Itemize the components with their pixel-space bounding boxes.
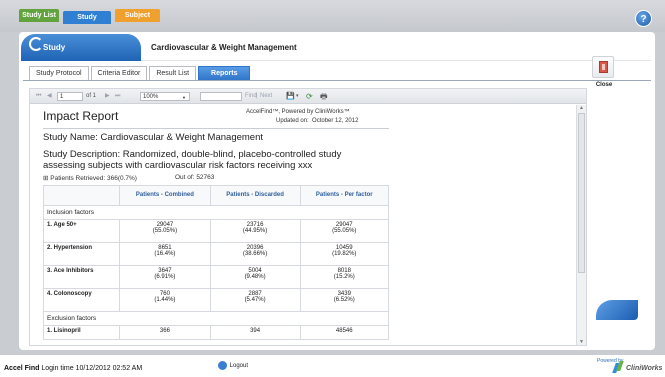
tab-study-protocol[interactable]: Study Protocol bbox=[29, 66, 89, 80]
report-divider bbox=[43, 128, 389, 129]
inclusion-factors-label: Inclusion factors bbox=[43, 205, 389, 220]
table-row: 3. Ace Inhibitors 3647 (6.91%) 5004 (9.48%… bbox=[42, 265, 390, 289]
vendor-name: CliniWorks bbox=[626, 365, 663, 372]
row-label: 1. Age 50+ bbox=[42, 219, 121, 243]
patients-retrieved-toggle[interactable]: ⊞ Patients Retrieved: 366(0.7%) bbox=[43, 174, 137, 182]
app-name: Accel Find bbox=[4, 365, 40, 372]
corner-decoration bbox=[596, 300, 638, 320]
page-input[interactable]: 1 bbox=[57, 92, 83, 101]
table-header bbox=[42, 185, 121, 206]
table-row: 1. Age 50+ 29047 (55.05%) 23716 (44.95%) 2… bbox=[42, 219, 390, 243]
save-icon[interactable]: 💾 bbox=[286, 92, 295, 101]
report-updated-date: October 12, 2012 bbox=[312, 118, 359, 124]
study-panel-tab: Study bbox=[21, 34, 141, 61]
close-button[interactable] bbox=[592, 56, 614, 78]
inclusion-section-row: Inclusion factors bbox=[43, 205, 389, 220]
report-powered-by: AccelFind™, Powered by CliniWorks™ bbox=[246, 109, 350, 115]
cliniworks-logo-icon bbox=[612, 361, 624, 373]
cell-discarded: 20396 (38.66%) bbox=[209, 242, 301, 266]
exclusion-section-row: Exclusion factors bbox=[43, 311, 389, 326]
logout-label: Logout bbox=[229, 363, 249, 370]
table-header: Patients - Discarded bbox=[209, 185, 301, 206]
sub-tabs-divider bbox=[23, 80, 651, 81]
table-header: Patients - Per factor bbox=[299, 185, 390, 206]
row-label: 4. Colonoscopy bbox=[42, 288, 121, 312]
report-updated-label: Updated on: bbox=[276, 118, 309, 124]
cell-per-factor: 8018 (15.2%) bbox=[299, 265, 390, 289]
cell-combined: 29047 (55.05%) bbox=[119, 219, 211, 243]
last-page-icon[interactable]: ⏭ bbox=[115, 92, 120, 101]
cell-per-factor: 3439 (6.52%) bbox=[299, 288, 390, 312]
find-link[interactable]: Find bbox=[245, 92, 257, 101]
tab-study-list[interactable]: Study List bbox=[19, 9, 59, 22]
refresh-icon[interactable]: ⟳ bbox=[306, 92, 313, 101]
top-bar: Study List Study Subject ? bbox=[0, 0, 665, 32]
table-header: Patients - Combined bbox=[119, 185, 211, 206]
close-label: Close bbox=[595, 82, 613, 88]
table-row: 4. Colonoscopy 760 (1.44%) 2887 (5.47%) 34… bbox=[42, 288, 390, 312]
report-study-name: Study Name: Cardiovascular & Weight Mana… bbox=[43, 132, 264, 143]
logout-icon bbox=[218, 361, 227, 370]
zoom-select[interactable]: 100% ▼ bbox=[140, 92, 190, 101]
table-row: 2. Hypertension 8651 (16.4%) 20396 (38.66%… bbox=[42, 242, 390, 266]
cell-discarded: 23716 (44.95%) bbox=[209, 219, 301, 243]
page-of-label: of 1 bbox=[86, 93, 97, 99]
zoom-value: 100% bbox=[143, 94, 159, 100]
report-updated: Updated on: October 12, 2012 bbox=[276, 118, 358, 124]
prev-page-icon[interactable]: ◀ bbox=[47, 92, 52, 101]
study-panel-tab-label: Study bbox=[43, 43, 66, 52]
report-viewer: ⏮ ◀ 1 of 1 ▶ ⏭ 100% ▼ Find | Next 💾 ▾ ⟳ … bbox=[29, 88, 587, 346]
divider bbox=[141, 60, 651, 61]
cell-per-factor: 10459 (19.82%) bbox=[299, 242, 390, 266]
logout-link[interactable]: Logout bbox=[218, 361, 248, 370]
row-label: 3. Ace Inhibitors bbox=[42, 265, 121, 289]
tab-subject[interactable]: Subject bbox=[115, 9, 160, 22]
report-content: Impact Report AccelFind™, Powered by Cli… bbox=[30, 105, 574, 345]
tab-result-list[interactable]: Result List bbox=[149, 66, 197, 80]
row-label: 2. Hypertension bbox=[42, 242, 121, 266]
study-logo-icon bbox=[29, 37, 43, 51]
report-study-description: Study Description: Randomized, double-bl… bbox=[43, 149, 342, 171]
cell-discarded: 394 bbox=[209, 325, 301, 340]
report-title: Impact Report bbox=[43, 109, 119, 123]
report-toolbar: ⏮ ◀ 1 of 1 ▶ ⏭ 100% ▼ Find | Next 💾 ▾ ⟳ … bbox=[30, 89, 586, 104]
patients-out-of: Out of: 52763 bbox=[175, 174, 215, 181]
tab-study[interactable]: Study bbox=[63, 11, 111, 24]
report-scrollbar[interactable]: ▲ ▼ bbox=[576, 105, 586, 345]
first-page-icon[interactable]: ⏮ bbox=[36, 92, 41, 101]
exclusion-factors-label: Exclusion factors bbox=[43, 311, 389, 326]
cell-combined: 366 bbox=[119, 325, 211, 340]
row-label: 1. Lisinopril bbox=[42, 325, 121, 340]
door-exit-icon bbox=[599, 61, 608, 73]
cell-combined: 3647 (6.91%) bbox=[119, 265, 211, 289]
cell-per-factor: 29047 (55.05%) bbox=[299, 219, 390, 243]
cell-combined: 760 (1.44%) bbox=[119, 288, 211, 312]
table-header-row: Patients - Combined Patients - Discarded… bbox=[42, 185, 390, 206]
tab-criteria-editor[interactable]: Criteria Editor bbox=[90, 66, 148, 80]
print-icon[interactable]: 🖶 bbox=[320, 92, 328, 101]
cell-per-factor: 48546 bbox=[299, 325, 390, 340]
sub-tabs: Study Protocol Criteria Editor Result Li… bbox=[29, 66, 251, 80]
save-menu-chevron-icon[interactable]: ▾ bbox=[296, 92, 299, 101]
footer-brand: Accel Find Login time 10/12/2012 02:52 A… bbox=[4, 365, 142, 372]
table-row: 1. Lisinopril 366 394 48546 bbox=[42, 325, 390, 340]
cell-discarded: 2887 (5.47%) bbox=[209, 288, 301, 312]
chevron-down-icon: ▼ bbox=[182, 95, 186, 100]
scroll-up-icon[interactable]: ▲ bbox=[579, 105, 584, 111]
cell-discarded: 5004 (9.48%) bbox=[209, 265, 301, 289]
study-panel: Study Cardiovascular & Weight Management… bbox=[19, 32, 655, 350]
footer: Accel Find Login time 10/12/2012 02:52 A… bbox=[0, 354, 665, 377]
study-title: Cardiovascular & Weight Management bbox=[151, 43, 297, 52]
scroll-down-icon[interactable]: ▼ bbox=[579, 339, 584, 345]
next-page-icon[interactable]: ▶ bbox=[105, 92, 110, 101]
next-link[interactable]: Next bbox=[260, 92, 272, 101]
login-time: Login time 10/12/2012 02:52 AM bbox=[41, 365, 143, 372]
cell-combined: 8651 (16.4%) bbox=[119, 242, 211, 266]
scroll-thumb[interactable] bbox=[578, 113, 585, 273]
tab-reports[interactable]: Reports bbox=[198, 66, 251, 80]
find-input[interactable] bbox=[200, 92, 242, 101]
impact-table: Patients - Combined Patients - Discarded… bbox=[42, 185, 390, 340]
toolbar-separator: | bbox=[256, 93, 258, 99]
help-button[interactable]: ? bbox=[635, 10, 652, 27]
